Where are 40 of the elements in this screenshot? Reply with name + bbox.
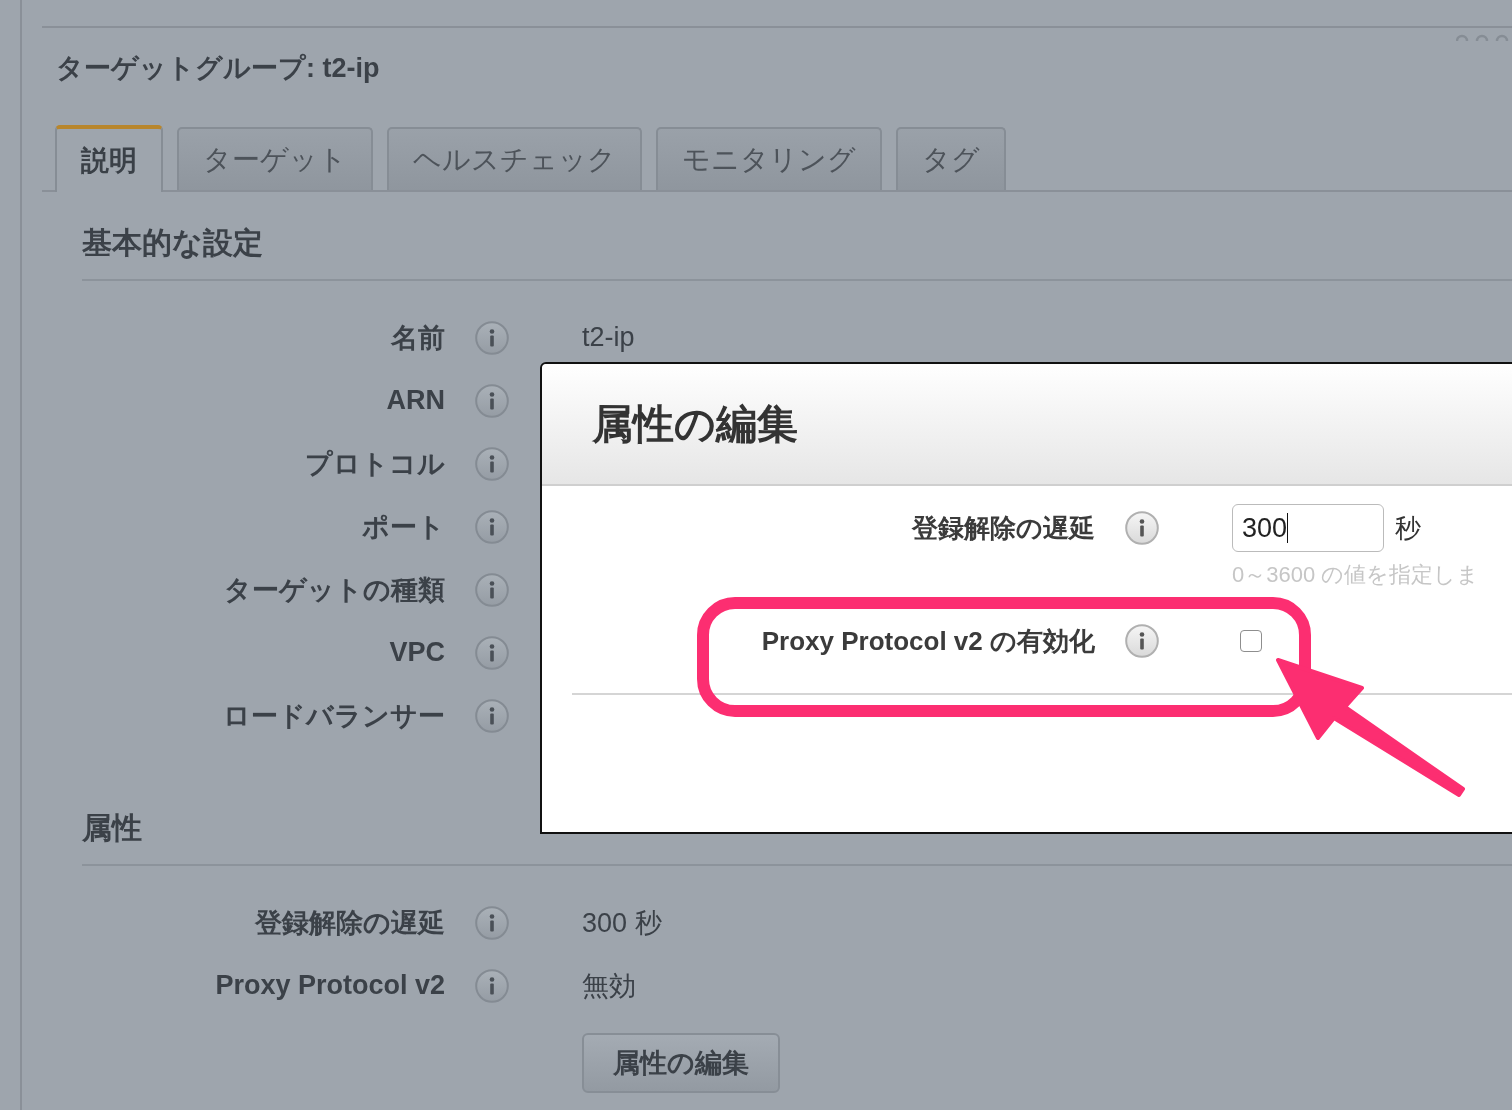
field-label: VPC: [388, 637, 445, 668]
info-icon[interactable]: [475, 968, 509, 1003]
field-value: 300 秒: [582, 906, 662, 940]
section-heading: 属性: [82, 811, 142, 844]
tab[interactable]: ヘルスチェック: [387, 127, 642, 190]
field-label: ロードバランサー: [222, 699, 445, 733]
info-icon[interactable]: [475, 383, 509, 418]
info-icon[interactable]: [475, 509, 509, 544]
tab[interactable]: ターゲット: [177, 127, 373, 190]
info-icon[interactable]: [1125, 511, 1159, 545]
tab[interactable]: タグ: [896, 127, 1006, 190]
tab[interactable]: モニタリング: [656, 127, 882, 190]
info-icon[interactable]: [475, 635, 509, 670]
hint-text: 0～3600 の値を指定しま: [1232, 562, 1480, 587]
edit-attributes-button[interactable]: 属性の編集: [582, 1033, 780, 1093]
field-label: ARN: [385, 385, 445, 416]
section-heading: 基本的な設定: [82, 226, 263, 259]
field-label: ターゲットの種類: [223, 573, 445, 607]
field-label: 名前: [390, 321, 445, 355]
arc-dots-icon: [1456, 34, 1510, 42]
field-label: Proxy Protocol v2: [214, 970, 445, 1001]
dialog-title: 属性の編集: [592, 399, 798, 449]
info-icon[interactable]: [475, 572, 509, 607]
info-icon[interactable]: [1125, 624, 1159, 658]
field-label: ポート: [361, 510, 445, 544]
info-icon[interactable]: [475, 446, 509, 481]
info-icon[interactable]: [475, 698, 509, 733]
field-value: t2-ip: [582, 322, 635, 353]
info-icon[interactable]: [475, 905, 509, 940]
field-label: Proxy Protocol v2 の有効化: [760, 624, 1095, 658]
unit-label: 秒: [1395, 511, 1421, 545]
panel-title: ターゲットグループ: t2-ip: [56, 52, 380, 85]
checkbox[interactable]: [1240, 630, 1262, 652]
tab[interactable]: 説明: [55, 125, 163, 192]
field-value: 無効: [582, 969, 636, 1003]
field-label: プロトコル: [304, 447, 445, 481]
field-label: 登録解除の遅延: [253, 906, 445, 940]
info-icon[interactable]: [475, 320, 509, 355]
number-input[interactable]: 300: [1232, 504, 1384, 552]
field-label: 登録解除の遅延: [910, 511, 1095, 545]
